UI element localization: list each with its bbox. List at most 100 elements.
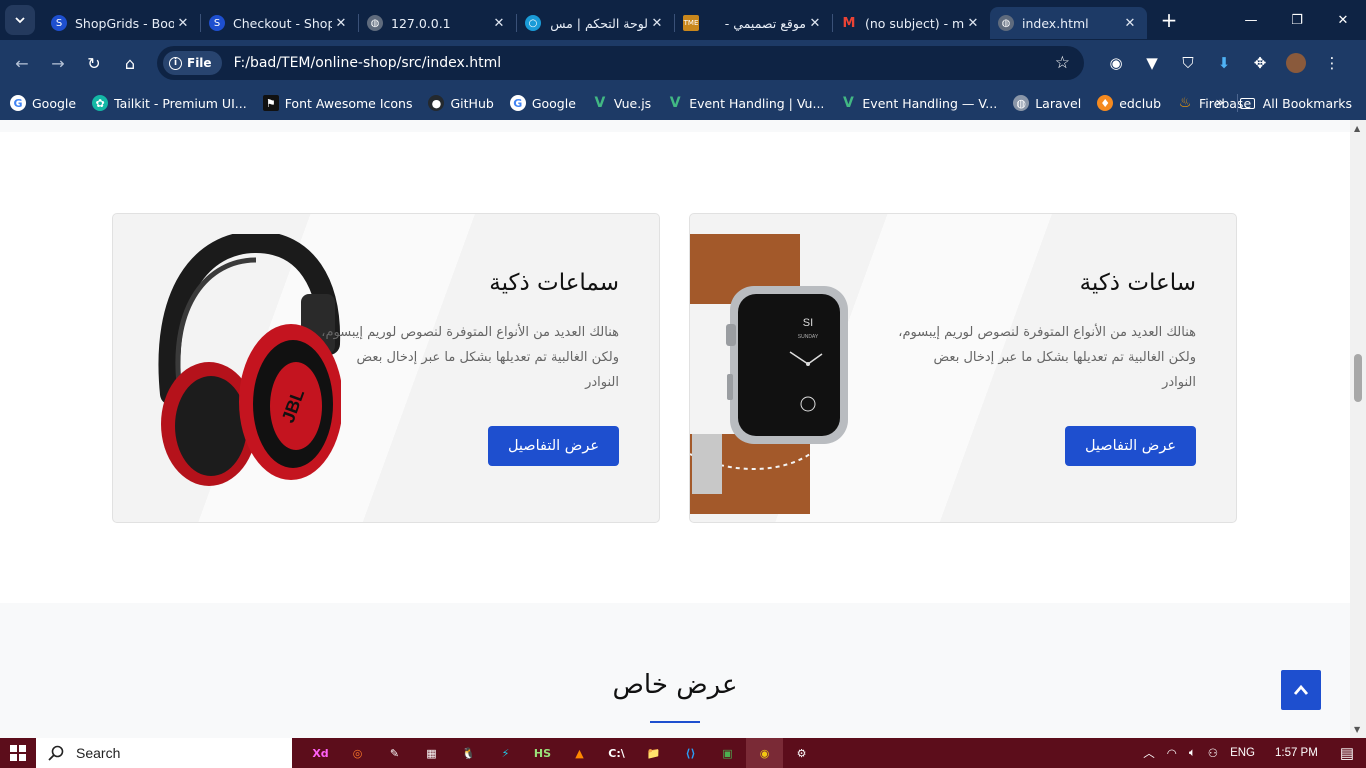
circle-icon: ○ xyxy=(525,15,541,31)
tab-search-button[interactable] xyxy=(5,5,35,35)
extension-icon[interactable]: ◉ xyxy=(1098,54,1134,72)
download-icon[interactable]: ⬇ xyxy=(1206,54,1242,72)
card-content: سماعات ذكية هنالك العديد من الأنواع المت… xyxy=(319,270,619,395)
view-details-button[interactable]: عرض التفاصيل xyxy=(487,426,619,466)
bookmark-label: Font Awesome Icons xyxy=(284,95,413,111)
url-text[interactable]: F:/bad/TEM/online-shop/src/index.html xyxy=(234,55,1055,71)
tab-title: index.html xyxy=(1022,15,1089,31)
address-bar[interactable]: i File F:/bad/TEM/online-shop/src/index.… xyxy=(157,46,1084,80)
browser-tab[interactable]: M (no subject) - m ✕ xyxy=(833,7,990,39)
taskbar-search-box[interactable]: Search xyxy=(36,738,292,768)
browser-tab[interactable]: ○ لوحة التحكم | مس ✕ xyxy=(517,7,674,39)
bookmark-item[interactable]: V Event Handling — V... xyxy=(840,95,997,111)
app-icon[interactable]: ⚙ xyxy=(783,738,820,768)
calculator-icon[interactable]: ▦ xyxy=(413,738,450,768)
app-icon[interactable]: ✎ xyxy=(376,738,413,768)
vue-devtools-icon[interactable]: ▼ xyxy=(1134,54,1170,72)
close-icon[interactable]: ✕ xyxy=(648,16,666,31)
app-icon[interactable]: ⚡ xyxy=(487,738,524,768)
app-icon[interactable]: ▣ xyxy=(709,738,746,768)
wifi-icon[interactable]: ◠ xyxy=(1167,746,1177,760)
bookmarks-overflow-button[interactable]: » xyxy=(1215,95,1224,111)
shopgrids-icon: S xyxy=(209,15,225,31)
view-details-button[interactable]: عرض التفاصيل xyxy=(1064,426,1196,466)
close-icon[interactable]: ✕ xyxy=(1121,16,1139,31)
scrollbar-thumb[interactable] xyxy=(1354,354,1362,402)
close-icon[interactable]: ✕ xyxy=(490,16,508,31)
tab-title: ShopGrids - Boo xyxy=(75,15,174,31)
browser-tab[interactable]: S Checkout - Shop ✕ xyxy=(201,7,358,39)
vscode-icon[interactable]: ⟨⟩ xyxy=(672,738,709,768)
scroll-to-top-button[interactable] xyxy=(1281,670,1321,710)
all-bookmarks-button[interactable]: All Bookmarks xyxy=(1239,96,1352,111)
language-indicator[interactable]: ENG xyxy=(1230,747,1255,759)
google-icon: G xyxy=(509,95,526,111)
app-icon[interactable]: ◎ xyxy=(339,738,376,768)
close-icon[interactable]: ✕ xyxy=(806,16,824,31)
vlc-icon[interactable]: ▲ xyxy=(561,738,598,768)
tray-overflow-icon[interactable]: ︿ xyxy=(1143,745,1155,761)
close-icon[interactable]: ✕ xyxy=(964,16,982,31)
forward-icon[interactable]: → xyxy=(40,54,76,73)
bookmark-item[interactable]: ◍ Laravel xyxy=(1013,95,1081,111)
bookmarks-divider xyxy=(1237,94,1238,112)
volume-icon[interactable]: 🔈︎ xyxy=(1189,747,1196,760)
close-icon[interactable]: ✕ xyxy=(332,16,350,31)
browser-tab[interactable]: ◍ 127.0.0.1 ✕ xyxy=(359,7,516,39)
bookmark-star-icon[interactable]: ☆ xyxy=(1055,53,1070,73)
browser-tab-active[interactable]: ◍ index.html ✕ xyxy=(990,7,1147,39)
terminal-icon[interactable]: C:\ xyxy=(598,738,635,768)
profile-avatar[interactable] xyxy=(1278,53,1314,73)
bookmark-label: Vue.js xyxy=(613,95,652,111)
bookmark-item[interactable]: G Google xyxy=(10,95,76,111)
bookmark-item[interactable]: ♦ edclub xyxy=(1097,95,1161,111)
adobe-xd-icon[interactable]: Xd xyxy=(302,738,339,768)
browser-tab[interactable]: S ShopGrids - Boo ✕ xyxy=(43,7,200,39)
bookmark-item[interactable]: V Event Handling | Vu... xyxy=(667,95,825,111)
bookmark-item[interactable]: V Vue.js xyxy=(592,95,651,111)
bookmark-item[interactable]: ✿ Tailkit - Premium UI... xyxy=(92,95,247,111)
bookmark-item[interactable]: ● GitHub xyxy=(428,95,494,111)
card-content: ساعات ذكية هنالك العديد من الأنواع المتو… xyxy=(896,270,1196,395)
vue-icon: V xyxy=(594,95,606,111)
globe-icon: ◍ xyxy=(367,15,383,31)
banner-card-smartwatch: SI SUNDAY ساعات ذكية هنالك العديد من الأ… xyxy=(689,213,1237,523)
vue-icon: V xyxy=(669,95,681,111)
shield-icon[interactable]: ⛉ xyxy=(1170,54,1206,72)
restore-icon[interactable]: ❐ xyxy=(1274,0,1320,40)
bookmark-item[interactable]: G Google xyxy=(509,95,576,111)
windows-logo-icon xyxy=(10,745,26,761)
new-tab-button[interactable]: + xyxy=(1157,8,1181,32)
minimize-icon[interactable]: — xyxy=(1228,0,1274,40)
windows-start-button[interactable] xyxy=(0,745,36,761)
puzzle-icon[interactable]: ✥ xyxy=(1242,54,1278,72)
bookmark-label: Event Handling | Vu... xyxy=(689,95,825,111)
extensions-area: ◉ ▼ ⛉ ⬇ ✥ ⋮ xyxy=(1098,40,1350,86)
file-chip-label: File xyxy=(187,56,212,70)
gmail-icon: M xyxy=(842,15,856,31)
header-bottom-strip xyxy=(0,120,1350,132)
browser-tab[interactable]: TME موقع تصميمي - ✕ xyxy=(675,7,832,39)
firebase-icon: ♨ xyxy=(1178,95,1192,111)
app-icon[interactable]: HS xyxy=(524,738,561,768)
ime-icon[interactable]: ⚇ xyxy=(1208,746,1218,760)
file-explorer-icon[interactable]: 📁 xyxy=(635,738,672,768)
app-icon[interactable]: 🐧 xyxy=(450,738,487,768)
site-info-chip[interactable]: i File xyxy=(163,51,222,75)
reload-icon[interactable]: ↻ xyxy=(76,54,112,73)
close-window-icon[interactable]: ✕ xyxy=(1320,0,1366,40)
chrome-icon[interactable]: ◉ xyxy=(746,738,783,768)
vue-icon: V xyxy=(842,95,854,111)
scroll-down-arrow-icon[interactable]: ▼ xyxy=(1354,725,1360,734)
page-scrollbar[interactable]: ▲ ▼ xyxy=(1350,120,1366,738)
menu-dots-icon[interactable]: ⋮ xyxy=(1314,54,1350,72)
bookmark-item[interactable]: ⚑ Font Awesome Icons xyxy=(262,95,413,111)
close-icon[interactable]: ✕ xyxy=(174,16,192,31)
scroll-up-arrow-icon[interactable]: ▲ xyxy=(1354,124,1360,133)
tab-title: لوحة التحكم | مس xyxy=(550,15,648,31)
notifications-icon[interactable]: ▤ xyxy=(1340,744,1354,762)
bookmark-label: Laravel xyxy=(1035,95,1082,111)
back-icon[interactable]: ← xyxy=(4,54,40,73)
clock[interactable]: 1:57 PM xyxy=(1275,747,1318,759)
home-icon[interactable]: ⌂ xyxy=(112,54,148,73)
